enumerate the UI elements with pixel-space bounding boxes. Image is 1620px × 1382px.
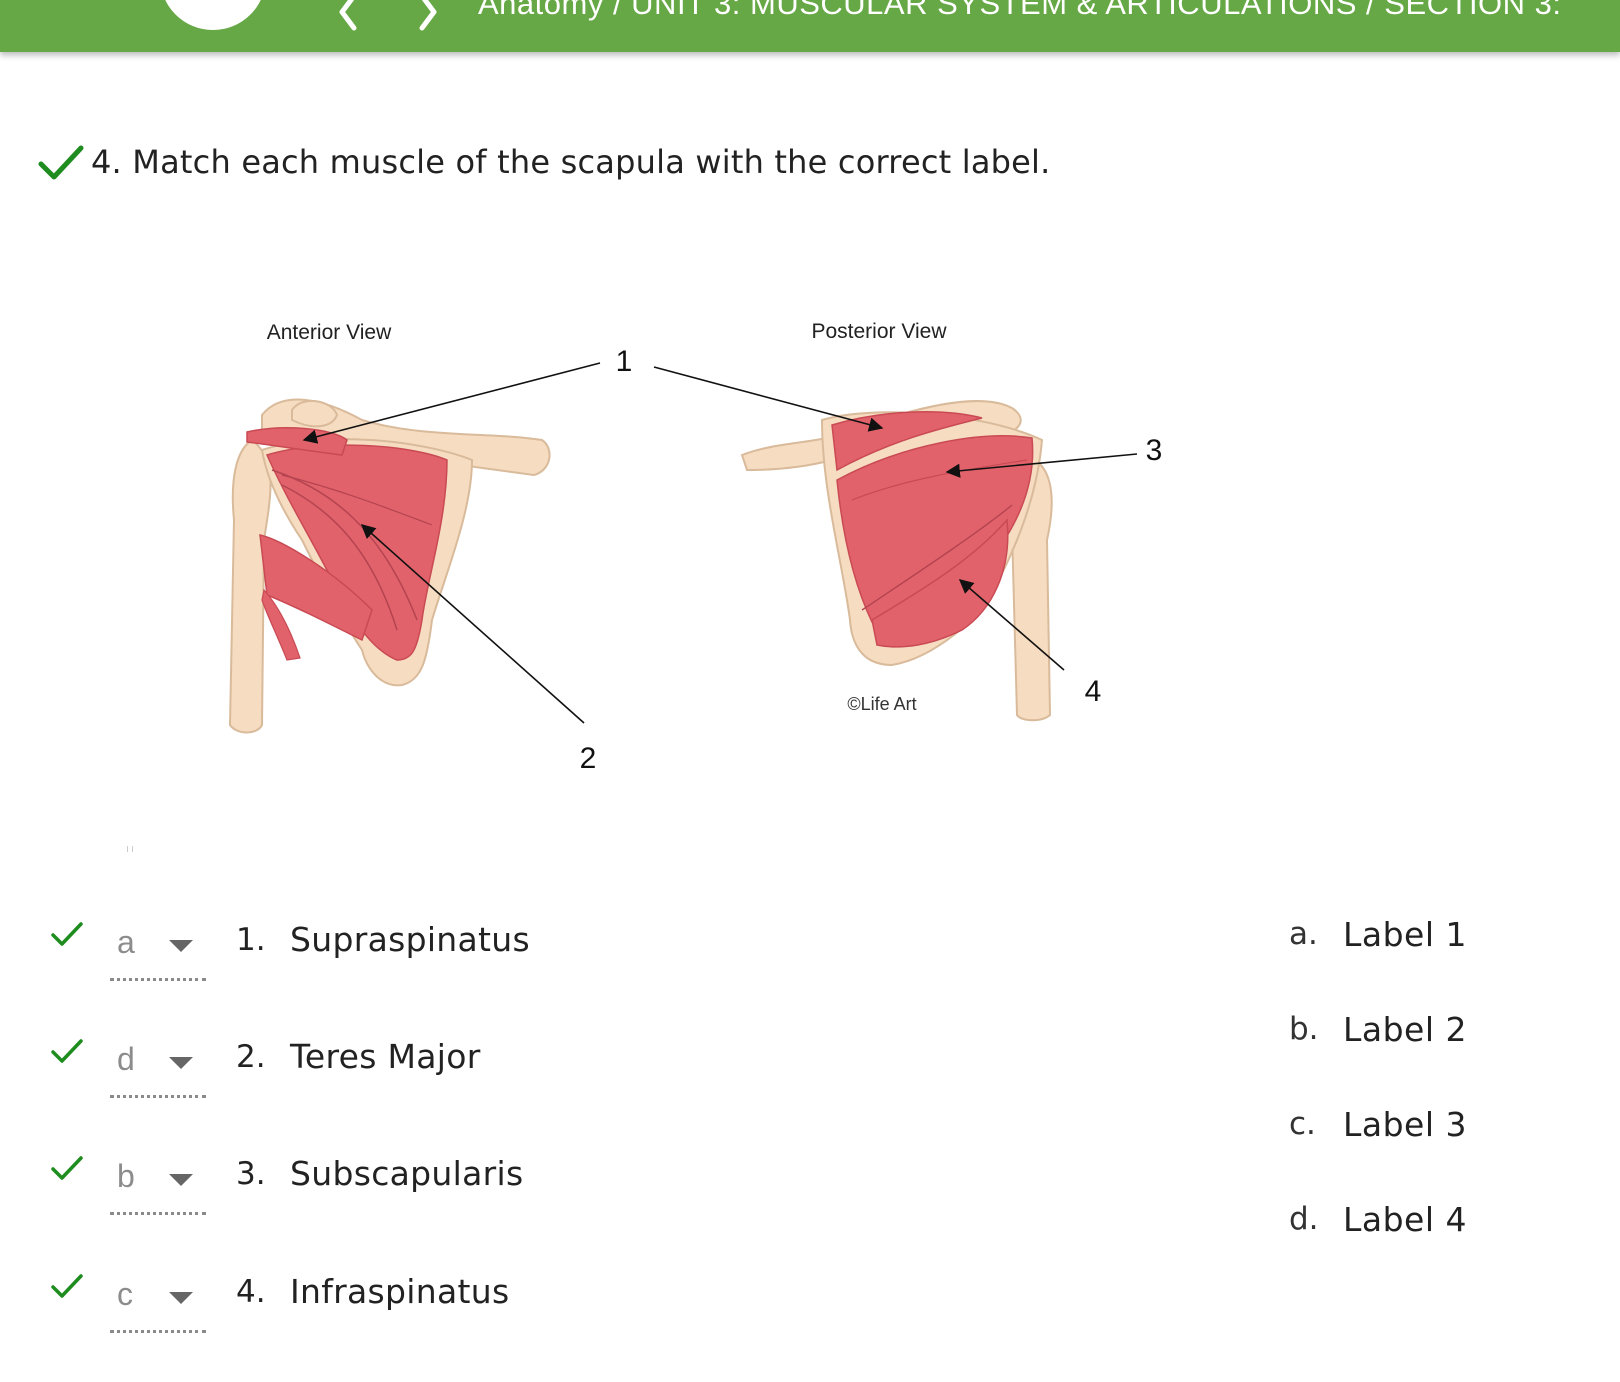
term-label: Supraspinatus <box>290 920 530 959</box>
answer-option: a. Label 1 <box>1285 915 1615 966</box>
answer-text: Label 4 <box>1343 1200 1468 1239</box>
match-row: a 1. Supraspinatus <box>0 920 900 1000</box>
menu-button[interactable] <box>160 0 266 30</box>
term-number: 2. <box>236 1039 266 1075</box>
answer-letter: d. <box>1289 1201 1319 1237</box>
caret-down-icon <box>169 940 193 952</box>
term-label: Infraspinatus <box>290 1272 510 1311</box>
callout-number-2: 2 <box>580 742 597 775</box>
callout-number-3: 3 <box>1146 434 1163 467</box>
answer-dropdown[interactable]: b <box>110 1154 206 1215</box>
divider-mark <box>127 846 133 852</box>
term-label: Teres Major <box>290 1037 481 1076</box>
chevron-left-icon <box>339 0 357 31</box>
caret-down-icon <box>169 1057 193 1069</box>
answer-letter: b. <box>1289 1011 1319 1047</box>
match-row: d 2. Teres Major <box>0 1037 900 1117</box>
term-number: 4. <box>236 1274 266 1310</box>
anterior-view-title: Anterior View <box>267 321 392 344</box>
caret-down-icon <box>169 1174 193 1186</box>
next-page-button[interactable] <box>408 0 448 32</box>
dropdown-selected-value: c <box>117 1276 133 1312</box>
term-number: 3. <box>236 1156 266 1192</box>
previous-page-button[interactable] <box>328 0 368 32</box>
answer-letter: c. <box>1289 1106 1316 1142</box>
match-row: b 3. Subscapularis <box>0 1154 900 1234</box>
callout-number-4: 4 <box>1085 675 1102 708</box>
dropdown-selected-value: d <box>117 1041 135 1077</box>
answer-text: Label 2 <box>1343 1010 1468 1049</box>
posterior-shoulder-illustration <box>740 399 1053 722</box>
dropdown-selected-value: b <box>117 1158 135 1194</box>
breadcrumb[interactable]: Anatomy / UNIT 3: MUSCULAR SYSTEM & ARTI… <box>478 0 1562 22</box>
answer-dropdown[interactable]: c <box>110 1272 206 1333</box>
correct-checkmark-icon <box>51 1156 83 1180</box>
answer-text: Label 1 <box>1343 915 1468 954</box>
answer-dropdown[interactable]: d <box>110 1037 206 1098</box>
checkmark-icon <box>38 145 84 180</box>
chevron-right-icon <box>419 0 437 31</box>
correct-checkmark-icon <box>51 1274 83 1298</box>
term-number: 1. <box>236 922 266 958</box>
answer-letter: a. <box>1289 916 1318 952</box>
diagram-canvas: Anterior View Posterior View ©Life Art 1… <box>228 320 1163 775</box>
correct-checkmark-icon <box>51 922 83 946</box>
question-prompt: 4. Match each muscle of the scapula with… <box>91 143 1051 181</box>
posterior-view-title: Posterior View <box>811 320 947 343</box>
match-row: c 4. Infraspinatus <box>0 1272 900 1352</box>
term-label: Subscapularis <box>290 1154 524 1193</box>
callout-line-1-anterior <box>302 362 601 444</box>
copyright-text: ©Life Art <box>847 694 916 714</box>
answer-option: b. Label 2 <box>1285 1010 1615 1061</box>
correct-checkmark-icon <box>51 1039 83 1063</box>
answer-option: d. Label 4 <box>1285 1200 1615 1251</box>
scapula-muscles-diagram: Anterior View Posterior View ©Life Art 1… <box>222 320 1222 810</box>
caret-down-icon <box>169 1292 193 1304</box>
answer-text: Label 3 <box>1343 1105 1468 1144</box>
anterior-shoulder-illustration <box>228 398 551 734</box>
callout-number-1: 1 <box>616 345 633 378</box>
dropdown-selected-value: a <box>117 924 135 960</box>
top-bar: Anatomy / UNIT 3: MUSCULAR SYSTEM & ARTI… <box>0 0 1620 52</box>
answer-option: c. Label 3 <box>1285 1105 1615 1156</box>
callout-line-1-posterior <box>653 366 884 432</box>
answer-dropdown[interactable]: a <box>110 920 206 981</box>
